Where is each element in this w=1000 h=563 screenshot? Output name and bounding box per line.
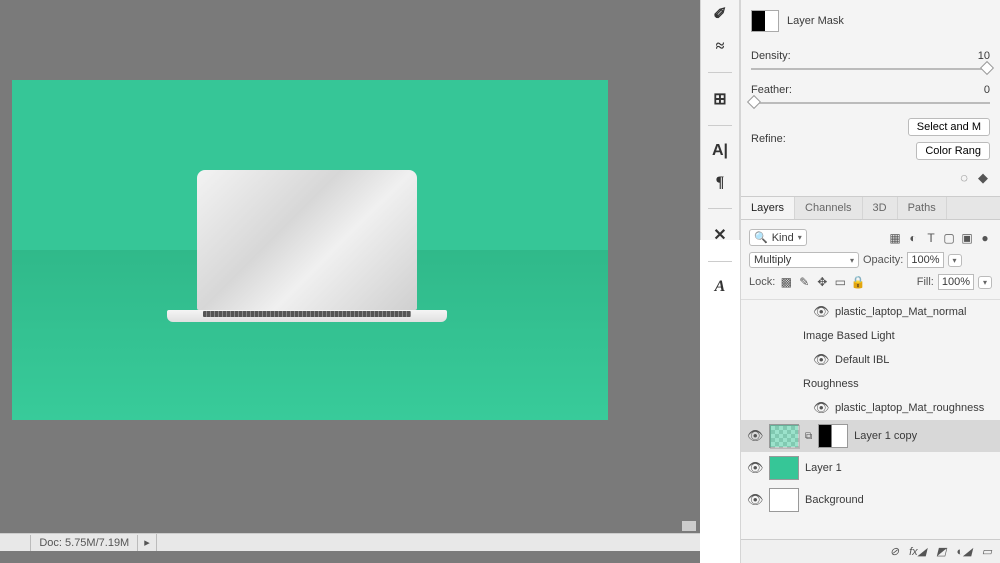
- mask-title: Layer Mask: [787, 15, 844, 27]
- lock-move-icon[interactable]: ✥: [815, 275, 829, 289]
- visibility-toggle[interactable]: 👁: [747, 460, 763, 476]
- visibility-toggle[interactable]: 👁: [813, 304, 829, 320]
- fill-value[interactable]: 100%: [938, 274, 974, 290]
- layers-bottom-bar: ⊘ fx◢ ◩ ◐◢ ▭: [741, 539, 1000, 563]
- filter-smart-icon[interactable]: ▣: [960, 231, 974, 245]
- right-panels: Layer Mask Density: 10 Feather: 0 Refine…: [740, 0, 1000, 563]
- layer-row[interactable]: 👁 Default IBL: [741, 348, 1000, 372]
- filter-toggle-icon[interactable]: ●: [978, 231, 992, 245]
- layer-row[interactable]: 👁 Background: [741, 484, 1000, 516]
- tab-paths[interactable]: Paths: [898, 197, 947, 219]
- density-label: Density:: [751, 50, 960, 62]
- status-bar: Doc: 5.75M/7.19M ▸: [0, 533, 700, 551]
- paragraph-icon[interactable]: ¶: [709, 174, 731, 192]
- tools-icon[interactable]: ✕: [709, 225, 731, 245]
- vertical-type-icon[interactable]: A|: [709, 142, 731, 160]
- lock-label: Lock:: [749, 276, 775, 288]
- mask-load-selection-icon[interactable]: ◌: [960, 170, 968, 186]
- lock-artboard-icon[interactable]: ▭: [833, 275, 847, 289]
- lock-all-icon[interactable]: 🔒: [851, 275, 865, 289]
- spot-heal-icon[interactable]: ✐: [709, 4, 731, 24]
- layer-name[interactable]: Layer 1 copy: [854, 430, 994, 442]
- layer-row[interactable]: 👁 plastic_laptop_Mat_normal: [741, 300, 1000, 324]
- layer-thumbnail[interactable]: [769, 488, 799, 512]
- fx-icon[interactable]: fx◢: [909, 545, 926, 558]
- layer-row[interactable]: 👁 Layer 1: [741, 452, 1000, 484]
- adjustment-layer-icon[interactable]: ◐◢: [956, 545, 971, 558]
- layer-name[interactable]: plastic_laptop_Mat_normal: [835, 306, 994, 318]
- layer-row[interactable]: 👁 plastic_laptop_Mat_roughness: [741, 396, 1000, 420]
- visibility-toggle[interactable]: 👁: [747, 428, 763, 444]
- mask-thumbnail[interactable]: [818, 424, 848, 448]
- layer-row-selected[interactable]: 👁 ⧉ Layer 1 copy: [741, 420, 1000, 452]
- layer-group-name[interactable]: Image Based Light: [803, 330, 994, 342]
- layer-name[interactable]: Default IBL: [835, 354, 994, 366]
- add-mask-icon[interactable]: ◩: [936, 545, 946, 558]
- laptop-base: [167, 310, 447, 322]
- opacity-dropdown[interactable]: ▾: [948, 254, 962, 267]
- layer-name[interactable]: Layer 1: [805, 462, 994, 474]
- visibility-toggle[interactable]: 👁: [813, 400, 829, 416]
- layer-thumbnail[interactable]: [769, 456, 799, 480]
- layers-options: 🔍Kind▾ ▦ ◐ T ▢ ▣ ● Multiply▾ Opacity: 10…: [741, 220, 1000, 299]
- filter-type-icon[interactable]: T: [924, 231, 938, 245]
- filter-adjust-icon[interactable]: ◐: [906, 231, 920, 245]
- opacity-label: Opacity:: [863, 254, 903, 266]
- vertical-tool-strip: ✐ ≈ ⊞ A| ¶ ✕ A: [700, 0, 740, 240]
- lock-transparent-icon[interactable]: ▩: [779, 275, 793, 289]
- density-slider[interactable]: [751, 68, 990, 70]
- refine-label: Refine:: [751, 133, 786, 145]
- tab-channels[interactable]: Channels: [795, 197, 862, 219]
- color-range-button[interactable]: Color Rang: [916, 142, 990, 160]
- visibility-toggle[interactable]: 👁: [813, 352, 829, 368]
- feather-label: Feather:: [751, 84, 960, 96]
- layer-name[interactable]: Background: [805, 494, 994, 506]
- layer-name[interactable]: plastic_laptop_Mat_roughness: [835, 402, 994, 414]
- laptop-screen: [197, 170, 417, 310]
- artwork-laptop: [167, 170, 447, 322]
- layer-group-name[interactable]: Roughness: [803, 378, 994, 390]
- document-canvas[interactable]: [12, 80, 608, 420]
- doc-size-info[interactable]: Doc: 5.75M/7.19M: [31, 535, 138, 551]
- filter-kind-select[interactable]: 🔍Kind▾: [749, 229, 807, 246]
- mask-apply-icon[interactable]: ◆: [978, 170, 988, 186]
- fill-label: Fill:: [917, 276, 934, 288]
- glyph-icon[interactable]: A: [709, 278, 731, 296]
- ruler-icon[interactable]: ⊞: [709, 89, 731, 109]
- layers-list[interactable]: 👁 plastic_laptop_Mat_normal Image Based …: [741, 299, 1000, 516]
- visibility-toggle[interactable]: 👁: [747, 492, 763, 508]
- tab-layers[interactable]: Layers: [741, 197, 795, 219]
- filter-shape-icon[interactable]: ▢: [942, 231, 956, 245]
- laptop-keyboard: [203, 311, 411, 317]
- tab-3d[interactable]: 3D: [863, 197, 898, 219]
- mask-thumbnail[interactable]: [751, 10, 779, 32]
- select-and-mask-button[interactable]: Select and M: [908, 118, 990, 136]
- zoom-field[interactable]: [0, 535, 31, 551]
- smudge-icon[interactable]: ≈: [709, 38, 731, 56]
- canvas-resize-handle[interactable]: [682, 521, 696, 531]
- fill-dropdown[interactable]: ▾: [978, 276, 992, 289]
- canvas-area[interactable]: Doc: 5.75M/7.19M ▸: [0, 0, 700, 563]
- opacity-value[interactable]: 100%: [907, 252, 943, 268]
- layer-group-row[interactable]: Image Based Light: [741, 324, 1000, 348]
- link-layers-icon[interactable]: ⊘: [890, 545, 899, 558]
- mask-link-icon[interactable]: ⧉: [805, 431, 812, 442]
- mask-properties-panel: Layer Mask Density: 10 Feather: 0 Refine…: [741, 0, 1000, 196]
- status-flyout[interactable]: ▸: [138, 534, 157, 551]
- layer-thumbnail[interactable]: [769, 424, 799, 448]
- density-value[interactable]: 10: [960, 50, 990, 62]
- horizontal-scrollbar[interactable]: [157, 536, 700, 550]
- lock-paint-icon[interactable]: ✎: [797, 275, 811, 289]
- layer-group-row[interactable]: Roughness: [741, 372, 1000, 396]
- filter-pixel-icon[interactable]: ▦: [888, 231, 902, 245]
- new-group-icon[interactable]: ▭: [982, 545, 992, 558]
- feather-slider[interactable]: [751, 102, 990, 104]
- feather-value[interactable]: 0: [960, 84, 990, 96]
- blend-mode-select[interactable]: Multiply▾: [749, 252, 859, 268]
- panel-tabs: Layers Channels 3D Paths: [741, 196, 1000, 220]
